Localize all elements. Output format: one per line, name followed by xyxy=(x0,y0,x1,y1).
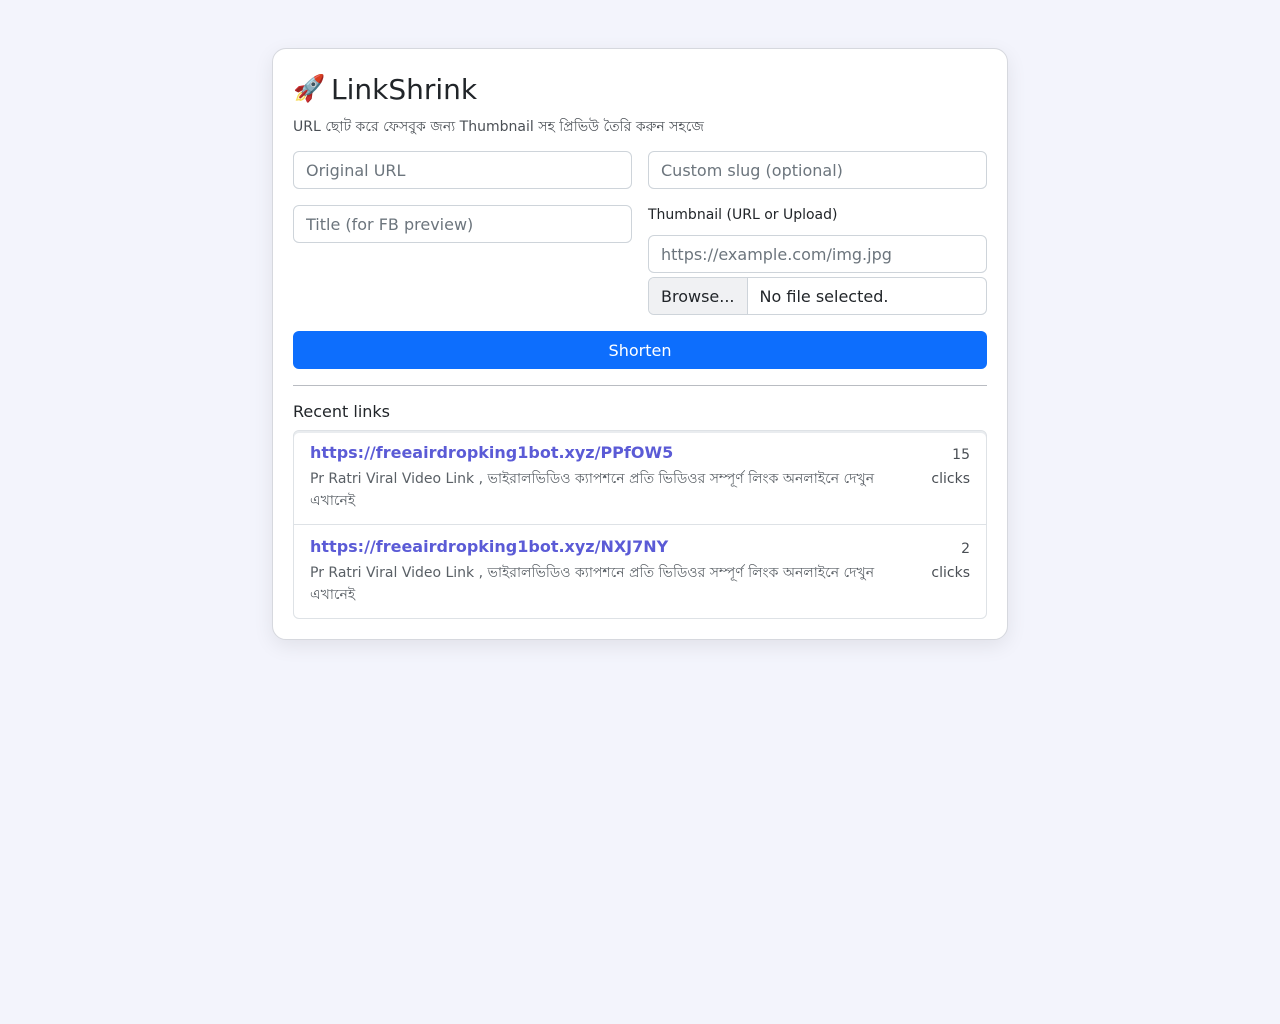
click-count-value: 2 xyxy=(961,541,970,557)
short-link[interactable]: https://freeairdropking1bot.xyz/PPfOW5 xyxy=(310,443,900,462)
file-status: No file selected. xyxy=(759,286,889,306)
title-input[interactable] xyxy=(293,205,632,243)
click-count-value: 15 xyxy=(952,447,970,463)
thumbnail-url-input[interactable] xyxy=(648,235,987,273)
form-row-2: Thumbnail (URL or Upload) Browse... No f… xyxy=(293,205,987,315)
recent-links-title: Recent links xyxy=(293,402,391,421)
click-count-label: clicks xyxy=(931,565,970,581)
divider xyxy=(293,385,987,386)
form-row-1 xyxy=(293,151,987,189)
shortener-card: 🚀 LinkShrink URL ছোট করে ফেসবুক জন্য Thu… xyxy=(272,48,1008,640)
list-item: https://freeairdropking1bot.xyz/PPfOW5 P… xyxy=(294,431,986,524)
header: 🚀 LinkShrink xyxy=(293,69,987,109)
rocket-icon: 🚀 xyxy=(293,74,326,104)
click-count: 2 clicks xyxy=(920,537,970,606)
shorten-button[interactable]: Shorten xyxy=(293,331,987,369)
click-count: 15 clicks xyxy=(920,443,970,512)
click-count-label: clicks xyxy=(931,471,970,487)
custom-slug-input[interactable] xyxy=(648,151,987,189)
thumbnail-file-input[interactable]: Browse... No file selected. xyxy=(648,277,987,315)
app-title: LinkShrink xyxy=(331,72,478,106)
app-subtitle: URL ছোট করে ফেসবুক জন্য Thumbnail সহ প্র… xyxy=(293,119,704,135)
thumbnail-label: Thumbnail (URL or Upload) xyxy=(648,207,838,223)
short-link[interactable]: https://freeairdropking1bot.xyz/NXJ7NY xyxy=(310,537,900,556)
link-description: Pr Ratri Viral Video Link , ভাইরালভিডিও … xyxy=(310,565,875,603)
original-url-input[interactable] xyxy=(293,151,632,189)
browse-button[interactable]: Browse... xyxy=(649,278,748,314)
link-description: Pr Ratri Viral Video Link , ভাইরালভিডিও … xyxy=(310,471,875,509)
list-item: https://freeairdropking1bot.xyz/NXJ7NY P… xyxy=(294,524,986,618)
recent-links-list: https://freeairdropking1bot.xyz/PPfOW5 P… xyxy=(293,430,987,619)
